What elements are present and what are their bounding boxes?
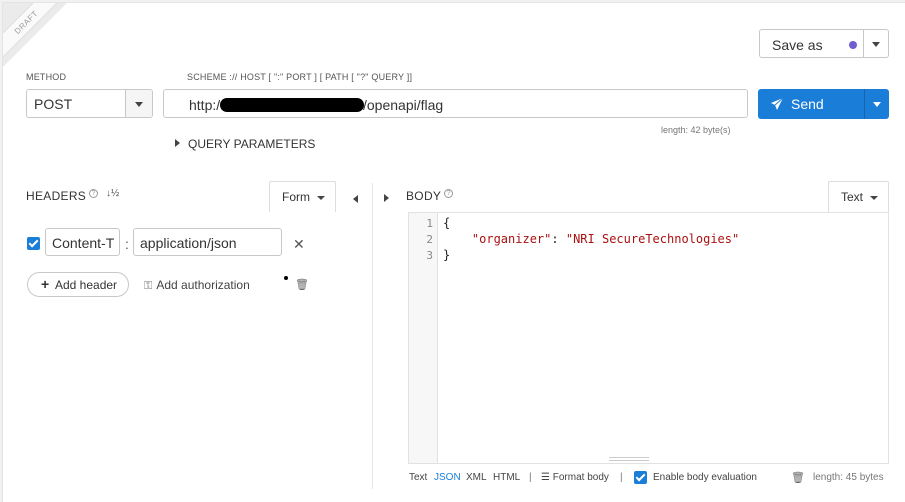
chevron-down-icon [870, 196, 878, 200]
unsaved-dot-icon [849, 41, 857, 49]
url-length: length: 42 byte(s) [661, 125, 731, 135]
enable-eval-checkbox[interactable] [634, 471, 647, 484]
headers-mode-label: Form [282, 190, 310, 204]
trash-icon[interactable]: 🗑 [791, 471, 805, 484]
url-input[interactable]: http:/ /openapi/flag [163, 89, 748, 118]
panel-divider[interactable] [372, 183, 373, 489]
url-path: /openapi/flag [363, 97, 444, 113]
headers-title-text: HEADERS [26, 189, 87, 203]
save-as-dropdown[interactable] [863, 30, 888, 57]
method-select[interactable]: POST [26, 89, 153, 118]
send-label: Send [791, 96, 824, 112]
method-value: POST [34, 96, 73, 112]
collapse-left-icon[interactable] [353, 191, 358, 206]
key-icon: ⚿ [144, 280, 153, 292]
body-mode-label: Text [841, 190, 864, 204]
format-body-button[interactable]: ☰ Format body [541, 472, 609, 483]
header-enabled-checkbox[interactable] [27, 237, 40, 250]
body-title: BODY? [406, 189, 454, 203]
add-header-button[interactable]: + Add header [27, 272, 129, 297]
body-editor[interactable]: 1 2 3 { "organizer": "NRI SecureTechnolo… [408, 212, 889, 464]
format-body-label: Format body [552, 472, 609, 483]
indicator-dot [284, 276, 288, 280]
save-as-button[interactable]: Save as [759, 29, 889, 58]
headers-mode-dropdown[interactable]: Form [269, 181, 336, 212]
line-number-gutter: 1 2 3 [409, 213, 438, 463]
expand-triangle-icon [175, 139, 180, 147]
add-authorization-label: Add authorization [156, 278, 250, 292]
trash-icon[interactable]: 🗑 [295, 278, 309, 291]
chevron-down-icon [317, 196, 325, 200]
add-authorization-link[interactable]: ⚿ Add authorization [144, 278, 250, 293]
headers-title: HEADERS? [26, 189, 99, 203]
redacted-host [220, 98, 364, 112]
url-label: SCHEME :// HOST [ ":" PORT ] [ PATH [ "?… [187, 72, 413, 82]
header-value-input[interactable]: application/json [133, 228, 282, 256]
format-icon: ☰ [541, 472, 550, 483]
method-label: METHOD [26, 72, 67, 82]
format-json[interactable]: JSON [434, 472, 461, 483]
request-editor-panel: DRAFT Save as METHOD POST SCHEME :// HOS… [2, 2, 905, 502]
body-length: length: 45 bytes [813, 472, 884, 483]
add-header-label: Add header [55, 278, 118, 292]
line-number: 3 [426, 249, 433, 262]
code-line: } [443, 248, 451, 262]
body-title-text: BODY [406, 189, 442, 203]
enable-eval-label: Enable body evaluation [653, 472, 757, 483]
separator: | [529, 472, 532, 483]
url-prefix: http:/ [189, 97, 221, 113]
send-dropdown[interactable] [864, 89, 889, 119]
line-number: 1 [426, 217, 433, 230]
save-as-label: Save as [772, 37, 823, 53]
plus-icon: + [41, 276, 50, 292]
resize-grip[interactable] [609, 457, 649, 461]
send-button-group: Send [758, 89, 889, 119]
help-icon[interactable]: ? [444, 189, 454, 198]
format-html[interactable]: HTML [493, 472, 520, 483]
chevron-down-icon [135, 101, 143, 107]
query-parameters-label: QUERY PARAMETERS [188, 137, 316, 151]
separator: | [620, 472, 623, 483]
format-xml[interactable]: XML [466, 472, 487, 483]
query-parameters-toggle[interactable]: QUERY PARAMETERS [175, 137, 315, 151]
close-icon[interactable]: ✕ [293, 236, 305, 253]
header-name-input[interactable]: Content-T [45, 228, 120, 256]
send-button[interactable]: Send [758, 89, 864, 119]
code-line: "organizer": "NRI SecureTechnologies" [471, 232, 740, 246]
line-number: 2 [426, 233, 433, 246]
format-text[interactable]: Text [409, 472, 427, 483]
header-colon: : [125, 236, 129, 252]
body-mode-dropdown[interactable]: Text [828, 181, 889, 212]
paper-plane-icon [771, 97, 784, 110]
collapse-right-icon[interactable] [384, 191, 389, 206]
chevron-down-icon [872, 41, 880, 47]
sort-numeric-icon[interactable]: ↓½ [106, 188, 119, 199]
chevron-down-icon [873, 102, 881, 107]
method-dropdown[interactable] [125, 90, 152, 117]
code-line: { [443, 216, 451, 230]
help-icon[interactable]: ? [89, 189, 99, 198]
